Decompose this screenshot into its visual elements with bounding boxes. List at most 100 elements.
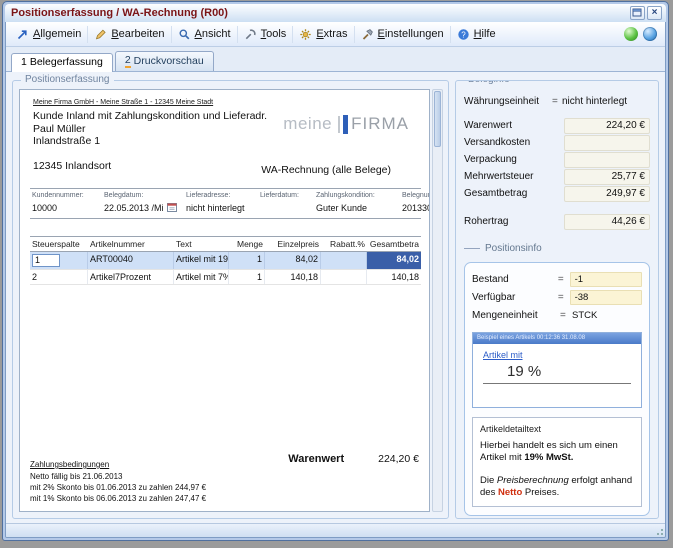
steuerspalte-cell: 2 bbox=[30, 270, 88, 284]
field-label: Lieferadresse: bbox=[184, 191, 258, 201]
artikelnummer-cell: Artikel7Prozent bbox=[88, 270, 174, 284]
menu-ansicht[interactable]: Ansicht bbox=[171, 26, 237, 43]
menu-einstellungen[interactable]: Einstellungen bbox=[354, 26, 450, 43]
tab-belegerfassung[interactable]: 1 Belegerfassung bbox=[11, 53, 113, 72]
gear-icon bbox=[299, 28, 312, 41]
vertical-scrollbar[interactable] bbox=[432, 89, 443, 512]
field-label: Belegnummer: bbox=[400, 191, 430, 201]
menu-hilfe[interactable]: ? Hilfe bbox=[450, 26, 502, 43]
row-value: 44,26 € bbox=[564, 214, 650, 230]
row-label: Gesamtbetrag bbox=[464, 188, 552, 199]
menge-cell: 1 bbox=[229, 270, 265, 284]
tab-druckvorschau[interactable]: 2 Druckvorschau bbox=[115, 51, 214, 71]
rabatt-cell bbox=[321, 252, 367, 269]
col-header: Artikelnummer bbox=[88, 237, 174, 251]
preview-text-line2: 19 % bbox=[507, 363, 641, 380]
hammer-icon bbox=[361, 28, 374, 41]
verpackung-row: Verpackung bbox=[464, 151, 650, 168]
payment-terms: Zahlungsbedingungen Netto fällig bis 21.… bbox=[30, 459, 206, 504]
menu-extras[interactable]: Extras bbox=[292, 26, 353, 43]
zahlungskondition-value: Guter Kunde bbox=[314, 201, 400, 215]
resize-grip[interactable] bbox=[654, 526, 663, 535]
close-icon: × bbox=[652, 8, 658, 18]
versandkosten-row: Versandkosten bbox=[464, 134, 650, 151]
address-line: Inlandstraße 1 bbox=[33, 135, 267, 148]
header-fields: Kundennummer: Belegdatum: Lieferadresse:… bbox=[30, 188, 421, 219]
field-label: Belegdatum: bbox=[102, 191, 184, 201]
svg-text:?: ? bbox=[461, 30, 466, 39]
address-block: Kunde Inland mit Zahlungskondition und L… bbox=[33, 110, 267, 172]
tab-number: 2 bbox=[125, 54, 131, 68]
maximize-button[interactable] bbox=[630, 6, 645, 20]
positionsinfo-label: Positionsinfo bbox=[485, 243, 542, 254]
menu-bearbeiten[interactable]: Bearbeiten bbox=[87, 26, 170, 43]
tab-label: Druckvorschau bbox=[134, 55, 204, 67]
steuerspalte-edit-field[interactable]: 1 bbox=[32, 254, 60, 267]
toolbar-right-icons bbox=[624, 27, 661, 41]
belegnummer-value: 20133011 bbox=[400, 201, 430, 215]
status-bar bbox=[6, 523, 665, 537]
magnifier-icon bbox=[178, 28, 191, 41]
row-value: 224,20 € bbox=[564, 118, 650, 134]
rohertrag-row: Rohertrag 44,26 € bbox=[464, 213, 650, 230]
menu-label: Hilfe bbox=[474, 28, 496, 40]
items-table: Steuerspalte Artikelnummer Text Menge Ei… bbox=[30, 236, 421, 285]
menu-tools[interactable]: Tools bbox=[237, 26, 293, 43]
menu-allgemein[interactable]: Allgemein bbox=[10, 26, 87, 43]
company-logo: meine FIRMA bbox=[283, 114, 409, 134]
row-label: Währungseinheit bbox=[464, 96, 552, 107]
lieferadresse-value: nicht hinterlegt bbox=[184, 201, 258, 215]
mehrwertsteuer-row: Mehrwertsteuer 25,77 € bbox=[464, 168, 650, 185]
col-header: Rabatt.% bbox=[321, 237, 367, 251]
logo-bar-gray bbox=[338, 116, 340, 133]
bestand-row: Bestand = -1 bbox=[472, 270, 642, 288]
row-value: 249,97 € bbox=[564, 186, 650, 202]
menu-label: Extras bbox=[316, 28, 347, 40]
table-row[interactable]: 2 Artikel7Prozent Artikel mit 7% MwSt. 1… bbox=[30, 270, 421, 285]
close-button[interactable]: × bbox=[647, 6, 662, 20]
tab-number: 1 bbox=[21, 56, 27, 68]
preview-text-line1: Artikel mit bbox=[483, 350, 641, 360]
items-table-header: Steuerspalte Artikelnummer Text Menge Ei… bbox=[30, 236, 421, 252]
globe-icon[interactable] bbox=[643, 27, 657, 41]
divider-line bbox=[464, 248, 480, 249]
menu-label: Allgemein bbox=[33, 28, 81, 40]
main-area: Positionserfassung Meine Firma GmbH - Me… bbox=[6, 72, 665, 523]
col-header: Menge bbox=[229, 237, 265, 251]
arrow-icon bbox=[16, 28, 29, 41]
row-label: Verpackung bbox=[464, 154, 552, 165]
menu-label: Bearbeiten bbox=[111, 28, 164, 40]
document-preview[interactable]: Meine Firma GmbH - Meine Straße 1 - 1234… bbox=[19, 89, 430, 512]
col-header: Gesamtbetra bbox=[367, 237, 421, 251]
row-label: Rohertrag bbox=[464, 216, 552, 227]
table-row[interactable]: 1 ART00040 Artikel mit 19% MwSt. 1 84,02… bbox=[30, 252, 421, 270]
gesamtbetrag-cell: 84,02 bbox=[367, 252, 421, 269]
belegdatum-value: 22.05.2013 /Mi bbox=[102, 201, 184, 215]
waehrungseinheit-row: Währungseinheit = nicht hinterlegt bbox=[464, 93, 650, 110]
equals-sign: = bbox=[560, 310, 570, 321]
app-body: Allgemein Bearbeiten Ansicht Tools Extra… bbox=[5, 22, 666, 538]
scrollbar-thumb[interactable] bbox=[434, 91, 441, 147]
wrench-icon bbox=[244, 28, 257, 41]
payment-terms-label: Zahlungsbedingungen bbox=[30, 459, 206, 470]
document-total: Warenwert 224,20 € bbox=[288, 453, 419, 465]
title-bar[interactable]: Positionserfassung / WA-Rechnung (R00) × bbox=[5, 4, 666, 22]
green-orb-icon[interactable] bbox=[624, 27, 638, 41]
verfuegbar-row: Verfügbar = -38 bbox=[472, 288, 642, 306]
window-title: Positionserfassung / WA-Rechnung (R00) bbox=[11, 7, 628, 19]
einzelpreis-cell: 140,18 bbox=[265, 270, 321, 284]
group-label: Positionserfassung bbox=[21, 74, 114, 85]
address-line: Paul Müller bbox=[33, 123, 267, 136]
address-city: 12345 Inlandsort bbox=[33, 160, 267, 173]
field-label: Kundennummer: bbox=[30, 191, 102, 201]
gesamtbetrag-cell: 140,18 bbox=[367, 270, 421, 284]
detail-paragraph-1: Hierbei handelt es sich um einen Artikel… bbox=[480, 440, 634, 464]
text-cell: Artikel mit 19% MwSt. bbox=[174, 252, 229, 269]
row-value: 25,77 € bbox=[564, 169, 650, 185]
row-label: Verfügbar bbox=[472, 292, 558, 303]
row-label: Bestand bbox=[472, 274, 558, 285]
row-value: nicht hinterlegt bbox=[562, 96, 627, 107]
kundennummer-value: 10000 bbox=[30, 201, 102, 215]
calendar-icon[interactable] bbox=[167, 202, 177, 214]
gesamtbetrag-row: Gesamtbetrag 249,97 € bbox=[464, 185, 650, 202]
